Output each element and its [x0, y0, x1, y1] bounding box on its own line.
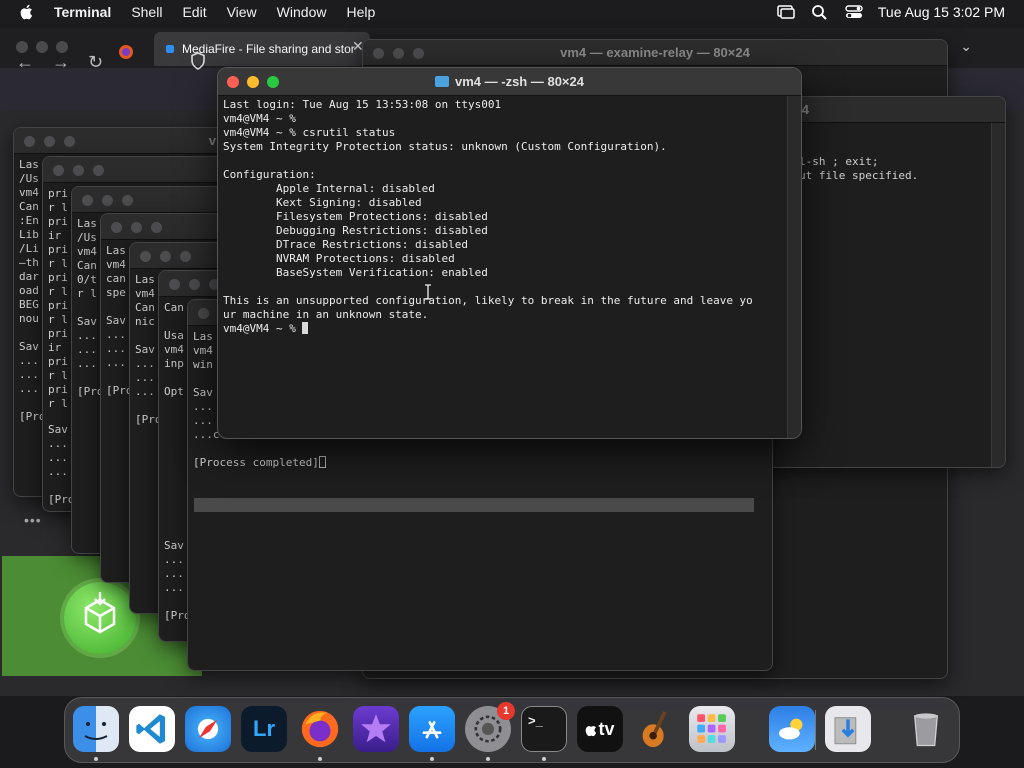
close-dot[interactable]: [111, 222, 122, 233]
trash-icon[interactable]: [903, 706, 949, 752]
minimize-dot[interactable]: [102, 195, 113, 206]
menu-bar: Terminal Shell Edit View Window Help Tue…: [0, 0, 1024, 24]
menu-shell[interactable]: Shell: [131, 4, 162, 20]
firefox-tab-icon[interactable]: [104, 34, 144, 68]
terminal-selection-bar: [194, 498, 754, 512]
terminal-scrollbar[interactable]: [991, 123, 1005, 467]
terminal-titlebar: vm4 — -zsh — 80×24: [218, 68, 801, 96]
minimize-dot[interactable]: [189, 279, 200, 290]
zoom-dot[interactable]: [122, 195, 133, 206]
spotlight-search-icon[interactable]: [810, 4, 830, 20]
terminal-titlebar: vm4 — examine-relay — 80×24: [363, 40, 947, 66]
weather-icon[interactable]: [769, 706, 815, 752]
menu-help[interactable]: Help: [346, 4, 375, 20]
reload-icon[interactable]: ↻: [88, 52, 103, 73]
folder-icon: [435, 76, 449, 87]
terminal-window-zsh[interactable]: vm4 — -zsh — 80×24 Last login: Tue Aug 1…: [217, 67, 802, 439]
lightroom-icon[interactable]: Lr: [241, 706, 287, 752]
minimize-dot[interactable]: [73, 165, 84, 176]
dock-separator: [815, 710, 816, 750]
close-dot[interactable]: [169, 279, 180, 290]
zoom-dot[interactable]: [180, 251, 191, 262]
settings-running-dot: [486, 757, 490, 761]
terminal-output: pri r l pri ir pri r l pri r l pri r l p…: [48, 187, 68, 410]
menu-window[interactable]: Window: [277, 4, 327, 20]
minimize-dot[interactable]: [131, 222, 142, 233]
terminal-running-dot: [542, 757, 546, 761]
menu-view[interactable]: View: [227, 4, 257, 20]
mediafire-upload-icon[interactable]: [64, 582, 136, 654]
close-dot[interactable]: [82, 195, 93, 206]
dock: Lr 1 >_ tv: [64, 697, 960, 763]
forward-arrow-icon[interactable]: →: [52, 52, 70, 73]
firefox-icon[interactable]: [297, 706, 343, 752]
apple-menu-icon[interactable]: [18, 4, 36, 20]
browser-minimize-dot[interactable]: [36, 41, 48, 53]
i-beam-cursor-icon: [425, 284, 431, 300]
imovie-icon[interactable]: [353, 706, 399, 752]
terminal-output: l-sh ; exit; ut file specified.: [799, 155, 919, 182]
terminal-output: Can Usa vm4 inp Opt: [164, 301, 184, 398]
terminal-title: vm4 — -zsh — 80×24: [218, 74, 801, 89]
terminal-output: Las vm4 win Sav ... ... ...c: [193, 330, 220, 441]
more-dots-icon[interactable]: •••: [24, 512, 42, 528]
firefox-running-dot: [318, 757, 322, 761]
text-cursor: [302, 322, 309, 334]
zoom-dot[interactable]: [151, 222, 162, 233]
menu-app-terminal[interactable]: Terminal: [54, 4, 111, 20]
terminal-icon[interactable]: >_: [521, 706, 567, 752]
tab-mediafire-title: MediaFire - File sharing and stor: [182, 42, 355, 56]
launchpad-icon[interactable]: [689, 706, 735, 752]
finder-running-dot: [94, 757, 98, 761]
back-arrow-icon[interactable]: ←: [16, 52, 34, 73]
list-all-tabs-chevron-icon[interactable]: ⌄: [960, 38, 972, 55]
terminal-scrollbar[interactable]: [787, 96, 801, 438]
process-completed-text: [Process completed]: [193, 456, 326, 470]
close-dot[interactable]: [140, 251, 151, 262]
control-center-icon[interactable]: [844, 4, 864, 20]
terminal-title: vm4 — examine-relay — 80×24: [560, 45, 750, 60]
mediafire-favicon-icon: [166, 45, 174, 53]
app-store-icon[interactable]: [409, 706, 455, 752]
zoom-dot[interactable]: [93, 165, 104, 176]
app-store-running-dot: [430, 757, 434, 761]
garageband-icon[interactable]: [633, 706, 679, 752]
close-dot[interactable]: [53, 165, 64, 176]
menu-bar-clock[interactable]: Tue Aug 15 3:02 PM: [878, 4, 1005, 20]
vscode-icon[interactable]: [129, 706, 175, 752]
screen-mirroring-icon[interactable]: [776, 4, 796, 20]
tracking-protection-shield-icon[interactable]: [190, 52, 206, 70]
downloads-stack-icon[interactable]: [825, 706, 871, 752]
safari-icon[interactable]: [185, 706, 231, 752]
system-settings-icon[interactable]: 1: [465, 702, 515, 752]
close-dot[interactable]: [198, 308, 209, 319]
terminal-output[interactable]: Last login: Tue Aug 15 13:53:08 on ttys0…: [223, 98, 753, 336]
settings-badge: 1: [497, 702, 515, 720]
apple-tv-icon[interactable]: tv: [577, 706, 623, 752]
tab-mediafire[interactable]: MediaFire - File sharing and stor: [154, 32, 370, 66]
menu-edit[interactable]: Edit: [182, 4, 206, 20]
finder-icon[interactable]: [73, 706, 119, 752]
apple-tv-label: tv: [598, 718, 615, 739]
minimize-dot[interactable]: [160, 251, 171, 262]
